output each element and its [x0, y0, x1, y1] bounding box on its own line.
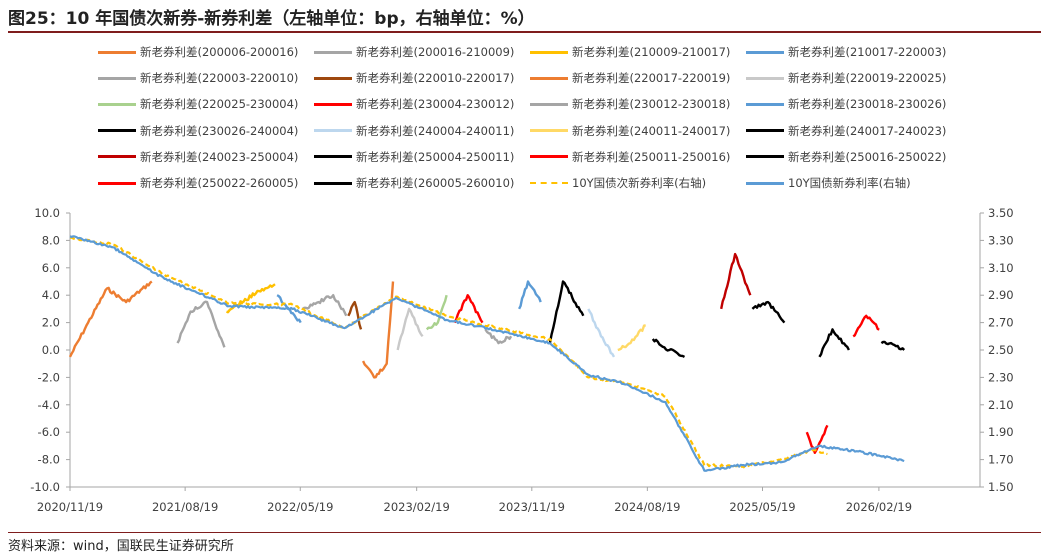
series-line-1 — [176, 300, 226, 348]
x-tick-label: 2023/11/19 — [499, 500, 565, 514]
x-tick-label: 2021/08/19 — [152, 500, 218, 514]
y-tick-label: 4.0 — [42, 288, 60, 302]
x-tick-label: 2022/05/19 — [267, 500, 333, 514]
chart-series — [68, 235, 906, 472]
y2-tick-label: 1.90 — [988, 425, 1014, 439]
series-line-22 — [70, 236, 828, 469]
series-line-13 — [587, 308, 616, 358]
y2-tick-label: 3.30 — [988, 233, 1014, 247]
y-tick-label: -8.0 — [38, 453, 60, 467]
series-line-17 — [751, 300, 786, 324]
line-chart: 10.0 8.0 6.0 4.0 2.0 0.0 -2.0 -4.0 -6.0 -8.0 -10.0… — [30, 206, 1013, 514]
y-tick-label: -6.0 — [38, 425, 60, 439]
y-tick-label: 2.0 — [42, 316, 60, 330]
y2-tick-label: 1.50 — [988, 480, 1014, 494]
y-tick-label: 8.0 — [42, 233, 60, 247]
chart-ticks: 10.0 8.0 6.0 4.0 2.0 0.0 -2.0 -4.0 -6.0 -8.0 -10.0… — [30, 206, 1013, 514]
y2-tick-label: 2.10 — [988, 398, 1014, 412]
y-tick-label: 6.0 — [42, 261, 60, 275]
y-tick-label: -10.0 — [30, 480, 60, 494]
x-tick-label: 2026/02/19 — [846, 500, 912, 514]
series-line-7 — [396, 307, 424, 351]
series-line-19 — [818, 328, 850, 358]
source-divider — [8, 532, 1041, 533]
chart-axes — [69, 213, 981, 488]
source-note: 资料来源：wind，国联民生证券研究所 — [8, 539, 234, 554]
y2-tick-label: 1.70 — [988, 453, 1014, 467]
y-tick-label: 10.0 — [34, 206, 60, 220]
series-line-23 — [69, 235, 905, 472]
x-tick-label: 2024/08/19 — [614, 500, 680, 514]
y2-tick-label: 2.70 — [988, 316, 1014, 330]
series-line-20 — [852, 314, 880, 338]
series-line-14 — [617, 324, 646, 352]
x-tick-label: 2020/11/19 — [37, 500, 103, 514]
series-line-21 — [880, 340, 906, 351]
series-line-12 — [548, 280, 585, 344]
y2-tick-label: 3.10 — [988, 261, 1014, 275]
series-line-6 — [362, 281, 395, 379]
x-tick-label: 2025/05/19 — [729, 500, 795, 514]
y-tick-label: -4.0 — [38, 398, 60, 412]
y2-tick-label: 2.90 — [988, 288, 1014, 302]
series-line-0 — [68, 280, 153, 358]
series-line-15 — [651, 338, 686, 358]
series-line-11 — [518, 280, 542, 310]
y2-tick-label: 2.50 — [988, 343, 1014, 357]
series-line-16 — [720, 252, 752, 310]
y2-tick-label: 3.50 — [988, 206, 1014, 220]
y2-tick-label: 2.30 — [988, 370, 1014, 384]
x-tick-label: 2023/02/19 — [384, 500, 450, 514]
y-tick-label: -2.0 — [38, 370, 60, 384]
y-tick-label: 0.0 — [42, 343, 60, 357]
